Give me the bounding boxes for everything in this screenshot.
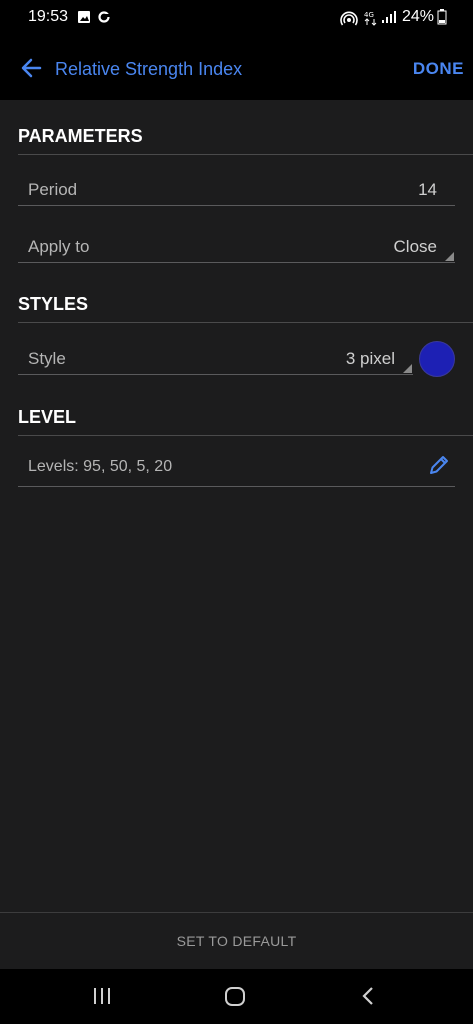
set-to-default-button[interactable]: SET TO DEFAULT bbox=[0, 913, 473, 969]
signal-icon bbox=[382, 11, 396, 23]
status-time: 19:53 bbox=[28, 8, 69, 25]
gallery-icon bbox=[78, 11, 90, 23]
hotspot-icon bbox=[340, 11, 358, 26]
dropdown-arrow-icon bbox=[403, 364, 412, 373]
levels-field[interactable]: Levels: 95, 50, 5, 20 bbox=[18, 447, 455, 487]
level-divider bbox=[18, 435, 473, 436]
dropdown-arrow-icon bbox=[445, 252, 454, 261]
back-arrow-icon[interactable] bbox=[20, 57, 42, 79]
line-color-swatch[interactable] bbox=[419, 341, 455, 377]
battery-percentage: 24% bbox=[402, 8, 435, 25]
sync-icon bbox=[98, 11, 110, 23]
4g-icon: 4G bbox=[364, 11, 377, 26]
apply-to-value[interactable]: Close bbox=[394, 237, 437, 257]
styles-divider bbox=[18, 322, 473, 323]
period-label: Period bbox=[28, 180, 78, 199]
levels-text: Levels: 95, 50, 5, 20 bbox=[28, 458, 173, 475]
parameters-divider bbox=[18, 154, 473, 155]
status-bar: 19:53 4G 24% bbox=[0, 0, 473, 38]
style-value[interactable]: 3 pixel bbox=[346, 349, 395, 369]
apply-to-underline bbox=[18, 262, 455, 263]
battery-icon bbox=[437, 9, 447, 25]
level-header: LEVEL bbox=[18, 407, 77, 427]
page-title: Relative Strength Index bbox=[55, 59, 243, 79]
style-underline bbox=[18, 374, 413, 375]
period-field[interactable]: Period 14 bbox=[18, 172, 455, 206]
home-icon[interactable] bbox=[224, 986, 246, 1008]
svg-text:4G: 4G bbox=[364, 11, 374, 19]
apply-to-label: Apply to bbox=[28, 237, 90, 256]
style-dropdown[interactable]: Style 3 pixel bbox=[18, 341, 413, 375]
apply-to-dropdown[interactable]: Apply to Close bbox=[18, 229, 455, 263]
pencil-icon[interactable] bbox=[426, 452, 452, 478]
styles-header: STYLES bbox=[18, 294, 89, 314]
period-value[interactable]: 14 bbox=[418, 180, 437, 200]
parameters-header: PARAMETERS bbox=[18, 126, 143, 146]
recents-icon[interactable] bbox=[92, 986, 112, 1006]
navigation-bar bbox=[0, 969, 473, 1024]
style-label: Style bbox=[28, 349, 66, 368]
done-button[interactable]: DONE bbox=[413, 59, 464, 79]
back-nav-icon[interactable] bbox=[360, 986, 376, 1006]
period-underline bbox=[18, 205, 455, 206]
app-bar: Relative Strength Index DONE bbox=[0, 38, 473, 100]
levels-underline bbox=[18, 486, 455, 487]
